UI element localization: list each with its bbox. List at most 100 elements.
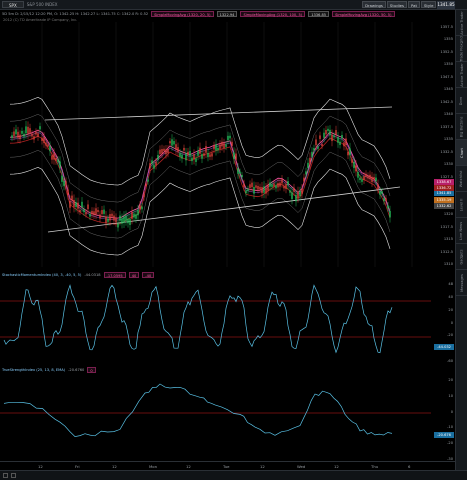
candle bbox=[225, 144, 227, 147]
side-tab[interactable]: Dom bbox=[456, 88, 467, 114]
candle bbox=[327, 128, 329, 131]
side-tab[interactable]: Chart bbox=[456, 140, 467, 166]
drawing-icon[interactable] bbox=[11, 473, 16, 478]
side-tab-label: Trade Flexgrid bbox=[459, 35, 464, 62]
side-tab[interactable]: Watchlist bbox=[456, 166, 467, 192]
side-tab[interactable]: Live News bbox=[456, 218, 467, 244]
side-tab[interactable]: Trade Flexgrid bbox=[456, 36, 467, 62]
candle bbox=[37, 133, 39, 137]
candle bbox=[101, 210, 103, 215]
candle bbox=[189, 151, 191, 157]
candle bbox=[49, 146, 51, 152]
main-toolbar: SPX S&P 500 INDEX Drawings Studies Pat S… bbox=[0, 0, 467, 10]
zoom-icon[interactable] bbox=[3, 473, 8, 478]
candle bbox=[265, 187, 267, 194]
time-tick-label: 6 bbox=[408, 464, 411, 469]
side-tab-label: Active Trader bbox=[459, 62, 464, 87]
time-tick-label: Wed bbox=[297, 464, 306, 469]
candle bbox=[359, 177, 361, 180]
side-tab-label: Level II bbox=[459, 198, 464, 211]
side-tab[interactable]: Gadgets bbox=[456, 244, 467, 270]
candle bbox=[161, 149, 163, 154]
candle bbox=[303, 177, 305, 182]
drawings-button[interactable]: Drawings bbox=[362, 1, 386, 8]
candle bbox=[369, 174, 371, 180]
candle bbox=[315, 139, 317, 146]
axis-tick-label: 1330 bbox=[443, 162, 453, 167]
candle bbox=[31, 133, 33, 137]
candle bbox=[119, 215, 121, 221]
sma-study-tag[interactable]: SimpleMovingAvg (1320, 20, 5) bbox=[151, 10, 214, 17]
pattern-button[interactable]: Pat bbox=[408, 1, 420, 8]
candle bbox=[183, 147, 185, 151]
candle bbox=[329, 129, 331, 136]
candle bbox=[337, 136, 339, 143]
right-side-tabs: Active Trader Trade Flexgrid Active Trader… bbox=[455, 10, 467, 470]
axis-tick-label: 1317.5 bbox=[440, 224, 453, 229]
candle bbox=[137, 209, 139, 216]
candle bbox=[275, 185, 277, 189]
price-badge: 1332.62 bbox=[434, 203, 454, 209]
candle bbox=[239, 171, 241, 174]
axis-tick-label: 1352.5 bbox=[440, 49, 453, 54]
candle bbox=[141, 206, 143, 210]
side-tab[interactable]: Messages bbox=[456, 270, 467, 296]
candle bbox=[17, 131, 19, 138]
time-tick-label: Tue bbox=[223, 464, 230, 469]
candle bbox=[209, 154, 211, 157]
candle bbox=[109, 214, 111, 221]
stoch-badge: -44.032 bbox=[434, 344, 454, 350]
studies-button[interactable]: Studies bbox=[386, 1, 407, 8]
symbol-field[interactable]: SPX bbox=[2, 1, 24, 8]
candle bbox=[115, 217, 117, 223]
price-chart[interactable] bbox=[0, 17, 431, 270]
candle bbox=[159, 149, 161, 155]
stochastic-pane[interactable] bbox=[0, 279, 431, 362]
side-tab-label: Messages bbox=[459, 273, 464, 292]
candle bbox=[277, 183, 279, 188]
axis-tick-label: 1355 bbox=[443, 37, 453, 42]
side-tab-label: Dom bbox=[459, 96, 464, 105]
candle bbox=[229, 135, 231, 139]
tsi-line bbox=[3, 383, 393, 437]
lower-band bbox=[9, 166, 391, 256]
candle bbox=[111, 213, 113, 217]
side-tab[interactable]: Big Buttons bbox=[456, 114, 467, 140]
candle bbox=[127, 218, 129, 224]
candle bbox=[347, 151, 349, 156]
ohlc-readout: 5D 5m D: 2/15/12 12:20 PM, O: 1342.25 H:… bbox=[2, 11, 149, 16]
candle bbox=[135, 214, 137, 219]
tsi-pane[interactable] bbox=[0, 374, 431, 461]
axis-tick-label: 0 bbox=[450, 409, 453, 414]
candle bbox=[75, 202, 77, 208]
candle bbox=[365, 173, 367, 178]
candle bbox=[253, 186, 255, 194]
candle bbox=[73, 199, 75, 207]
candle bbox=[223, 143, 225, 149]
candle bbox=[259, 186, 261, 190]
stoch-study-name[interactable]: StochasticMomentumIndex (40, 3, -40, 5, … bbox=[2, 273, 81, 277]
sma-study-tag[interactable]: SimpleMovingAvg (1320, 100, 5) bbox=[240, 10, 306, 17]
candle bbox=[243, 183, 245, 188]
side-tab-label: Gadgets bbox=[459, 248, 464, 265]
candle bbox=[45, 142, 47, 146]
side-tab[interactable]: Active Trader bbox=[456, 62, 467, 88]
candle bbox=[143, 194, 145, 198]
candle bbox=[283, 186, 285, 189]
side-tab[interactable]: Active Trader bbox=[456, 10, 467, 36]
candle bbox=[379, 190, 381, 195]
candle bbox=[313, 148, 315, 151]
candle bbox=[351, 159, 353, 163]
tsi-study-name[interactable]: TrueStrengthIndex (25, 13, 8, EMA) bbox=[2, 368, 65, 372]
candle bbox=[155, 161, 157, 166]
style-button[interactable]: Style bbox=[420, 1, 437, 8]
candle bbox=[19, 134, 21, 140]
time-tick-label: Mon bbox=[149, 464, 158, 469]
candle bbox=[323, 132, 325, 138]
candle bbox=[325, 130, 327, 135]
candle bbox=[375, 177, 377, 182]
sma-study-tag[interactable]: SimpleMovingAvg (1320, 50, 5) bbox=[332, 10, 395, 17]
candle bbox=[339, 141, 341, 145]
candle bbox=[195, 158, 197, 162]
side-tab[interactable]: Level II bbox=[456, 192, 467, 218]
